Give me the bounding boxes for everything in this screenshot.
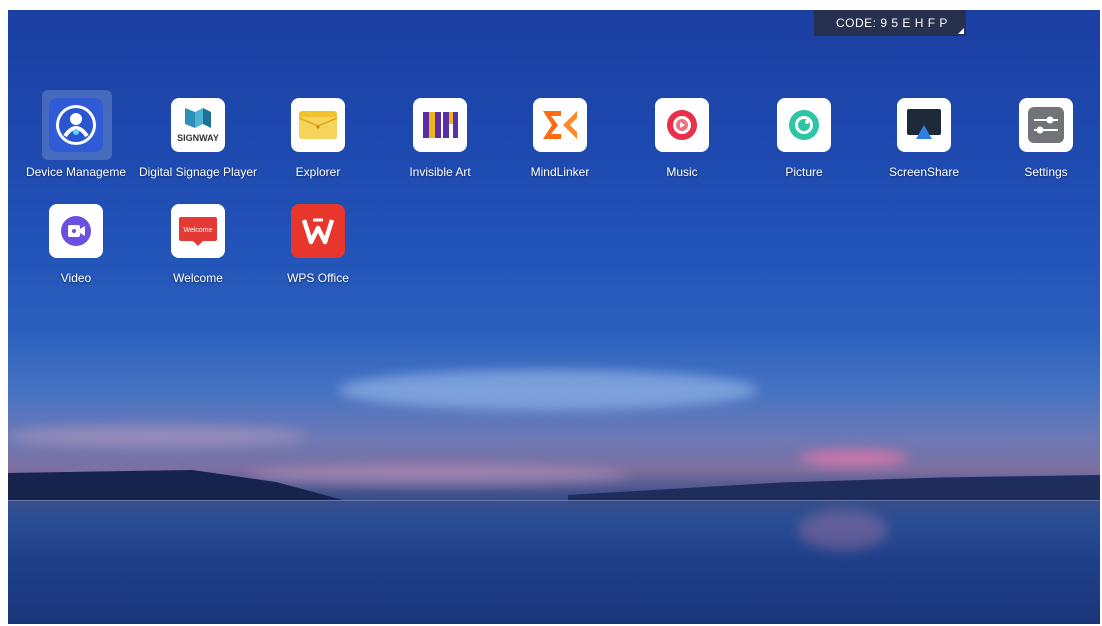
screenshare-icon [897, 98, 951, 152]
app-mindlinker[interactable]: MindLinker [500, 90, 620, 190]
code-value: 9 5 E H F P [880, 16, 948, 30]
signway-logo-text: SIGNWAY [177, 133, 219, 143]
app-settings[interactable]: Settings [986, 90, 1100, 190]
app-label: Invisible Art [409, 165, 471, 179]
app-video[interactable]: Video [16, 196, 136, 296]
picture-icon [777, 98, 831, 152]
mindlinker-icon [533, 98, 587, 152]
app-welcome[interactable]: Welcome Welcome [138, 196, 258, 296]
app-label: Explorer [295, 165, 341, 179]
app-screenshare[interactable]: ScreenShare [864, 90, 984, 190]
invisible-art-icon [413, 98, 467, 152]
app-explorer[interactable]: Explorer [258, 90, 378, 190]
signway-icon: SIGNWAY [171, 98, 225, 152]
app-label: Welcome [173, 271, 223, 285]
app-label: ScreenShare [888, 165, 960, 179]
desktop-wallpaper: CODE: 9 5 E H F P Device Manageme SIGNWA… [8, 10, 1100, 624]
cloud-band [8, 425, 308, 447]
pink-cloud [798, 450, 908, 466]
folder-icon [291, 98, 345, 152]
cloud-band [338, 370, 758, 410]
cloud-band [248, 465, 628, 485]
app-digital-signage-player[interactable]: SIGNWAY Digital Signage Player [138, 90, 258, 190]
app-label: Settings [1024, 165, 1068, 179]
app-device-management[interactable]: Device Manageme [16, 90, 136, 190]
code-label: CODE: [836, 16, 877, 30]
app-label: WPS Office [287, 271, 349, 285]
video-icon [49, 204, 103, 258]
device-code-badge: CODE: 9 5 E H F P [814, 10, 966, 36]
app-wps-office[interactable]: WPS Office [258, 196, 378, 296]
app-label: Video [60, 271, 92, 285]
wps-office-icon [291, 204, 345, 258]
welcome-icon: Welcome [171, 204, 225, 258]
resize-corner-icon [958, 28, 964, 34]
app-label: Device Manageme [25, 165, 127, 179]
app-label: Picture [785, 165, 823, 179]
welcome-sign-text: Welcome [183, 227, 212, 234]
water-reflection [798, 510, 888, 550]
app-picture[interactable]: Picture [744, 90, 864, 190]
app-invisible-art[interactable]: Invisible Art [380, 90, 500, 190]
app-music[interactable]: Music [622, 90, 742, 190]
device-management-icon [49, 98, 103, 152]
app-label: MindLinker [530, 165, 590, 179]
far-shore [568, 475, 1100, 500]
app-label: Music [666, 165, 698, 179]
settings-icon [1019, 98, 1073, 152]
music-icon [655, 98, 709, 152]
horizon-line [8, 500, 1100, 501]
app-label: Digital Signage Player [138, 165, 258, 179]
